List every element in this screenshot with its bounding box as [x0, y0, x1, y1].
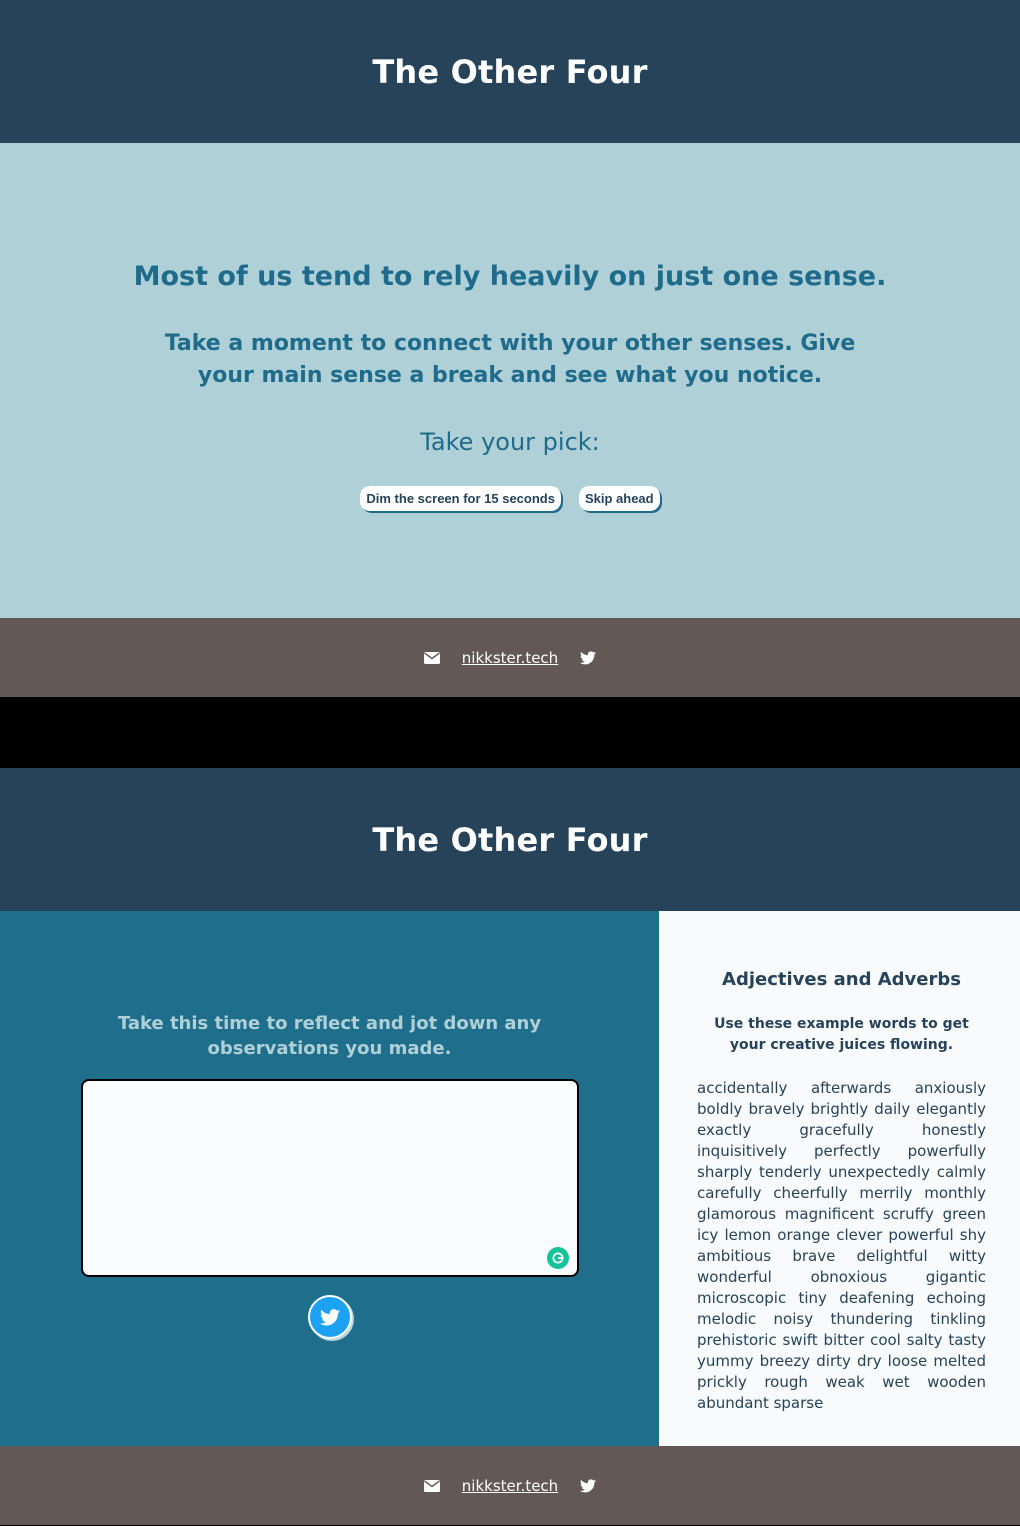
- intro-section: Most of us tend to rely heavily on just …: [0, 143, 1020, 618]
- reflection-panel: Take this time to reflect and jot down a…: [0, 911, 659, 1446]
- page-header: The Other Four: [0, 0, 1020, 143]
- word-list: accidentally afterwards anxiously boldly…: [697, 1079, 986, 1412]
- grammarly-icon[interactable]: [546, 1247, 569, 1269]
- twitter-icon[interactable]: [580, 1478, 597, 1493]
- word-bank-panel: Adjectives and Adverbs Use these example…: [659, 911, 1020, 1446]
- subheadline: Take a moment to connect with your other…: [164, 331, 856, 388]
- observations-textarea[interactable]: [80, 1079, 579, 1277]
- page-footer-2: nikkster.tech: [0, 1446, 1020, 1525]
- page-title: The Other Four: [372, 52, 648, 91]
- choice-buttons: Dim the screen for 15 seconds Skip ahead: [360, 486, 660, 511]
- twitter-icon[interactable]: [580, 650, 597, 665]
- page-header-2: The Other Four: [0, 768, 1020, 911]
- skip-ahead-button[interactable]: Skip ahead: [578, 486, 660, 511]
- observations-wrapper: [80, 1079, 579, 1281]
- twitter-icon: [319, 1308, 340, 1325]
- screen-2: The Other Four Take this time to reflect…: [0, 768, 1020, 1525]
- site-link[interactable]: nikkster.tech: [462, 649, 558, 667]
- screen-separator: [0, 697, 1020, 768]
- word-bank-title: Adjectives and Adverbs: [722, 969, 961, 990]
- word-bank-subtitle: Use these example words to get your crea…: [714, 1016, 969, 1053]
- envelope-icon[interactable]: [423, 1479, 440, 1492]
- reflection-section: Take this time to reflect and jot down a…: [0, 911, 1020, 1446]
- screen-1: The Other Four Most of us tend to rely h…: [0, 0, 1020, 697]
- envelope-icon[interactable]: [423, 651, 440, 664]
- page-footer: nikkster.tech: [0, 618, 1020, 697]
- headline: Most of us tend to rely heavily on just …: [133, 261, 887, 292]
- dim-screen-button[interactable]: Dim the screen for 15 seconds: [360, 486, 561, 511]
- reflect-prompt: Take this time to reflect and jot down a…: [117, 1013, 542, 1059]
- pick-prompt: Take your pick:: [420, 428, 600, 456]
- site-link-2[interactable]: nikkster.tech: [462, 1477, 558, 1495]
- page-title-2: The Other Four: [372, 820, 648, 859]
- tweet-button[interactable]: [307, 1295, 352, 1339]
